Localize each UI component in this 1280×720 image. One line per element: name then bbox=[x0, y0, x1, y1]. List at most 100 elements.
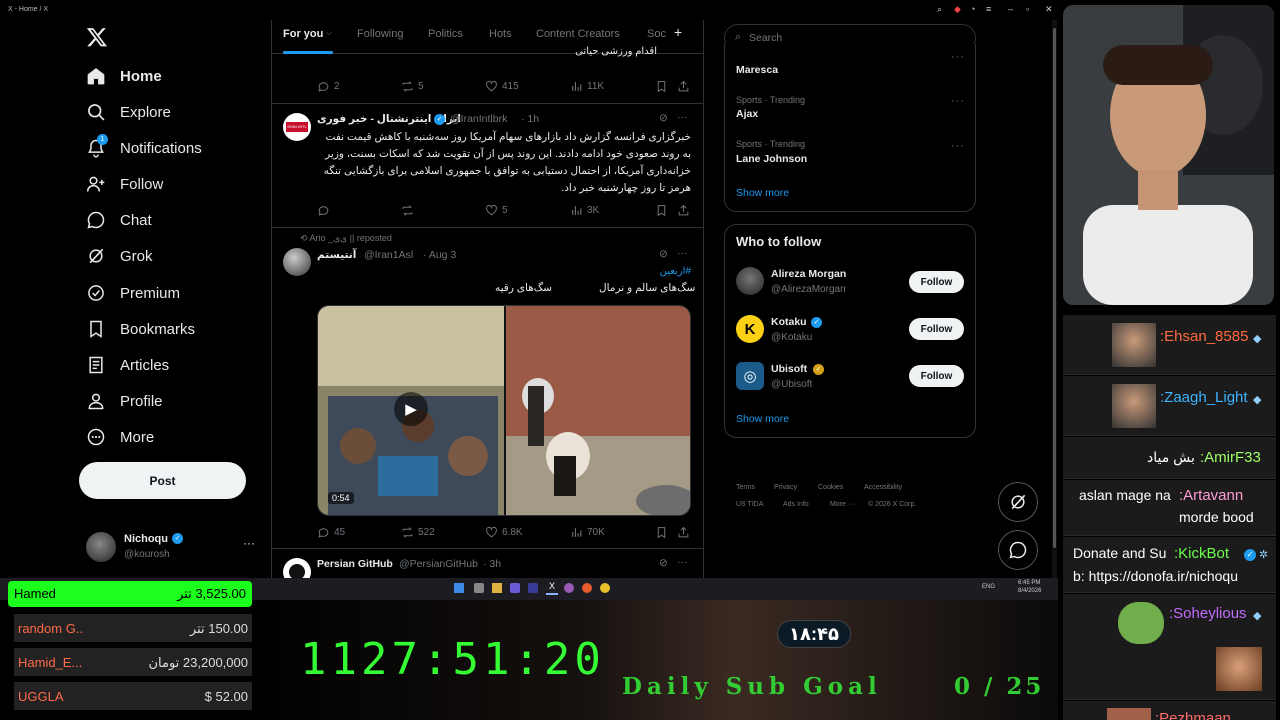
nav-bookmarks[interactable]: Bookmarks bbox=[86, 315, 195, 343]
grok-icon[interactable]: ⊘ bbox=[659, 112, 668, 124]
trend-name[interactable]: Maresca bbox=[736, 64, 778, 76]
post1-share[interactable] bbox=[677, 204, 690, 217]
post1-like[interactable]: 5 bbox=[485, 204, 508, 217]
post2-avatar[interactable] bbox=[283, 248, 311, 276]
post1-views[interactable]: 3K bbox=[570, 204, 599, 217]
post2-repost[interactable]: 522 bbox=[401, 526, 435, 539]
more-dots-icon[interactable]: ··· bbox=[951, 95, 965, 107]
post2-reply[interactable]: 45 bbox=[317, 526, 345, 539]
close-icon[interactable]: ✕ bbox=[1045, 4, 1053, 15]
tab-following[interactable]: Following bbox=[357, 28, 403, 40]
footer-link[interactable]: Terms bbox=[736, 484, 755, 491]
nav-premium[interactable]: Premium bbox=[86, 279, 180, 307]
nav-chat[interactable]: Chat bbox=[86, 206, 152, 234]
more-dots-icon[interactable]: ··· bbox=[677, 556, 688, 568]
search-icon[interactable] bbox=[474, 583, 484, 593]
post2-bookmark[interactable] bbox=[655, 526, 668, 539]
maximize-icon[interactable]: ▫ bbox=[1026, 4, 1029, 14]
x-logo-icon[interactable] bbox=[86, 26, 108, 48]
footer-link[interactable]: US TIDA bbox=[736, 501, 764, 508]
taskbar-time[interactable]: 6:45 PM bbox=[1018, 580, 1040, 586]
more-dots-icon[interactable]: ··· bbox=[951, 140, 965, 152]
post1-repost[interactable] bbox=[401, 204, 418, 217]
post3-author[interactable]: Persian GitHub bbox=[317, 558, 393, 570]
add-tab-icon[interactable]: + bbox=[674, 24, 682, 40]
footer-link[interactable]: Privacy bbox=[774, 484, 797, 491]
post1-handle[interactable]: @IranIntlbrk bbox=[450, 113, 507, 125]
tab-soc[interactable]: Soc bbox=[647, 28, 666, 40]
follow-button[interactable]: Follow bbox=[909, 365, 964, 387]
windows-start-icon[interactable] bbox=[454, 583, 464, 593]
scrollbar-track[interactable] bbox=[1052, 20, 1057, 578]
follow-show-more[interactable]: Show more bbox=[736, 413, 789, 425]
post0-like[interactable]: 415 bbox=[485, 80, 519, 93]
more-dots-icon[interactable]: ··· bbox=[951, 51, 965, 63]
footer-link[interactable]: Accessibility bbox=[864, 484, 902, 491]
grok-icon[interactable]: ⊘ bbox=[659, 248, 668, 260]
trends-show-more[interactable]: Show more bbox=[736, 187, 789, 199]
follow-button[interactable]: Follow bbox=[909, 318, 964, 340]
post0-repost[interactable]: 5 bbox=[401, 80, 424, 93]
post2-author[interactable]: آنتیستم bbox=[317, 249, 356, 261]
suggestion-name[interactable]: Ubisoft bbox=[771, 363, 807, 375]
post1-reply[interactable] bbox=[317, 204, 334, 217]
more-dots-icon[interactable]: ··· bbox=[677, 111, 688, 123]
nav-follow[interactable]: Follow bbox=[86, 170, 163, 198]
post3-avatar[interactable] bbox=[283, 558, 311, 578]
app-icon[interactable] bbox=[510, 583, 520, 593]
x-taskbar-icon[interactable]: X bbox=[546, 581, 558, 595]
trend-name[interactable]: Ajax bbox=[736, 108, 758, 120]
follow-button[interactable]: Follow bbox=[909, 271, 964, 293]
browser-icon[interactable] bbox=[582, 583, 592, 593]
post0-reply[interactable]: 2 bbox=[317, 80, 340, 93]
extension-icon[interactable]: ◔ bbox=[970, 4, 975, 14]
nav-notifications[interactable]: Notifications 1 bbox=[86, 134, 202, 162]
grok-fab[interactable] bbox=[998, 482, 1038, 522]
more-dots-icon[interactable]: ··· bbox=[677, 247, 688, 259]
account-switcher[interactable]: Nichoqu ✓ @kourosh ··· bbox=[86, 530, 262, 564]
grok-icon[interactable]: ⊘ bbox=[659, 557, 668, 569]
taskbar-date[interactable]: 8/4/2026 bbox=[1018, 588, 1041, 594]
scrollbar-thumb[interactable] bbox=[1053, 28, 1056, 548]
post2-video[interactable]: ▶ 0:54 bbox=[317, 305, 691, 516]
zoom-icon[interactable]: ⌕ bbox=[937, 4, 942, 15]
language-indicator[interactable]: ENG bbox=[982, 584, 995, 590]
app-icon[interactable] bbox=[564, 583, 574, 593]
post2-hashtag[interactable]: #اربعین bbox=[317, 266, 691, 277]
footer-link[interactable]: Cookies bbox=[818, 484, 843, 491]
post1-bookmark[interactable] bbox=[655, 204, 668, 217]
post2-like[interactable]: 6.8K bbox=[485, 526, 523, 539]
tab-politics[interactable]: Politics bbox=[428, 28, 463, 40]
tab-hots[interactable]: Hots bbox=[489, 28, 512, 40]
nav-more[interactable]: More bbox=[86, 423, 154, 451]
nav-articles[interactable]: Articles bbox=[86, 351, 169, 379]
post0-views[interactable]: 11K bbox=[570, 80, 604, 93]
trend-name[interactable]: Lane Johnson bbox=[736, 153, 807, 165]
post2-share[interactable] bbox=[677, 526, 690, 539]
tab-content-creators[interactable]: Content Creators bbox=[536, 28, 620, 40]
tab-for-you[interactable]: For you bbox=[283, 28, 323, 40]
play-icon[interactable]: ▶ bbox=[394, 392, 428, 426]
ubisoft-logo-icon[interactable]: ◎ bbox=[736, 362, 764, 390]
minimize-icon[interactable]: – bbox=[1008, 4, 1013, 14]
suggestion-avatar[interactable] bbox=[736, 267, 764, 295]
kotaku-logo-icon[interactable]: K bbox=[736, 315, 764, 343]
nav-grok[interactable]: Grok bbox=[86, 242, 153, 270]
shield-icon[interactable]: ◆ bbox=[954, 4, 961, 15]
app-icon[interactable] bbox=[600, 583, 610, 593]
messages-fab[interactable] bbox=[998, 530, 1038, 570]
post2-views[interactable]: 70K bbox=[570, 526, 605, 539]
footer-link[interactable]: Ads Info bbox=[783, 501, 809, 508]
chevron-down-icon[interactable]: ⌵ bbox=[326, 28, 332, 38]
suggestion-name[interactable]: Alireza Morgan bbox=[771, 268, 846, 280]
post3-handle[interactable]: @PersianGitHub bbox=[399, 558, 478, 570]
menu-icon[interactable]: ≡ bbox=[986, 4, 991, 14]
post0-share[interactable] bbox=[677, 80, 690, 93]
nav-home[interactable]: Home bbox=[86, 62, 162, 90]
post2-handle[interactable]: @Iran1Asl bbox=[364, 249, 413, 261]
post-button[interactable]: Post bbox=[79, 462, 246, 499]
folder-icon[interactable] bbox=[492, 583, 502, 593]
nav-explore[interactable]: Explore bbox=[86, 98, 171, 126]
nav-profile[interactable]: Profile bbox=[86, 387, 163, 415]
footer-link[interactable]: More ··· bbox=[830, 501, 855, 508]
